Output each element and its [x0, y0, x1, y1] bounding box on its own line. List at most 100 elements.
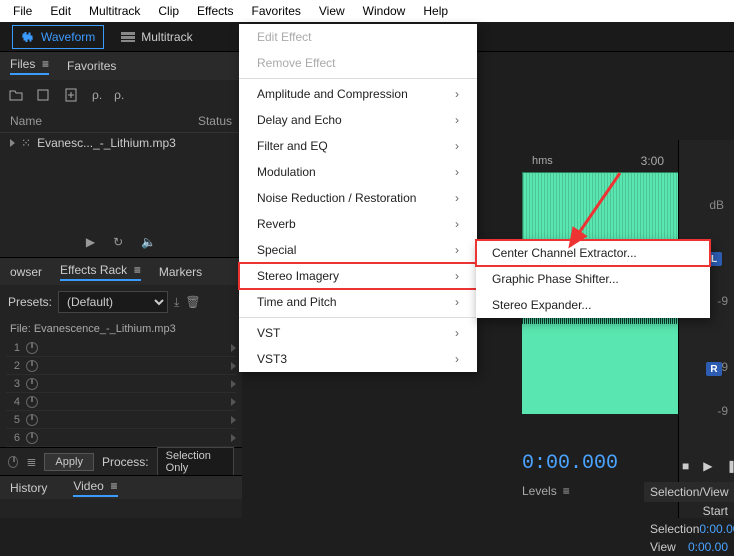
- slot-menu-icon[interactable]: [231, 344, 236, 352]
- menu-help[interactable]: Help: [414, 4, 457, 18]
- ruler-mark: 3:00: [641, 154, 664, 168]
- tab-markers[interactable]: Markers: [159, 265, 202, 279]
- power-icon[interactable]: [26, 396, 38, 408]
- menu-effects[interactable]: Effects: [188, 4, 242, 18]
- slot-num: 2: [6, 360, 20, 372]
- slot-menu-icon[interactable]: [231, 416, 236, 424]
- tab-files[interactable]: Files ≡: [10, 57, 49, 75]
- chevron-right-icon: ›: [455, 87, 459, 101]
- mi-label: Noise Reduction / Restoration: [257, 191, 416, 205]
- mi-label: Delay and Echo: [257, 113, 342, 127]
- tab-effects-rack[interactable]: Effects Rack ≡: [60, 263, 141, 281]
- mi-modulation[interactable]: Modulation›: [239, 159, 477, 185]
- slot-5[interactable]: 5: [6, 411, 236, 429]
- menu-favorites[interactable]: Favorites: [243, 4, 310, 18]
- rack-file-label: File: Evanescence_-_Lithium.mp3: [0, 319, 242, 339]
- mi-stereo-imagery[interactable]: Stereo Imagery›: [239, 263, 477, 289]
- col-status[interactable]: Status: [198, 114, 232, 128]
- effect-slots: 1 2 3 4 5 6: [0, 339, 242, 447]
- db-tick: -9: [717, 400, 728, 422]
- menu-clip[interactable]: Clip: [149, 4, 188, 18]
- mi-time-pitch[interactable]: Time and Pitch ›: [239, 289, 477, 315]
- slot-4[interactable]: 4: [6, 393, 236, 411]
- slot-3[interactable]: 3: [6, 375, 236, 393]
- power-icon[interactable]: [26, 378, 38, 390]
- mi-amplitude[interactable]: Amplitude and Compression›: [239, 81, 477, 107]
- tab-favorites[interactable]: Favorites: [67, 59, 116, 73]
- mi-noise[interactable]: Noise Reduction / Restoration›: [239, 185, 477, 211]
- menu-edit[interactable]: Edit: [41, 4, 80, 18]
- mi-reverb[interactable]: Reverb›: [239, 211, 477, 237]
- save-preset-icon[interactable]: ⤓: [174, 295, 179, 310]
- file-row[interactable]: ⁙ Evanesc..._-_Lithium.mp3: [0, 133, 242, 153]
- mi-vst[interactable]: VST›: [239, 320, 477, 346]
- file-name: Evanesc..._-_Lithium.mp3: [37, 136, 176, 150]
- stop-button[interactable]: ■: [682, 459, 689, 473]
- power-icon[interactable]: [26, 414, 38, 426]
- power-icon[interactable]: [26, 360, 38, 372]
- play-icon[interactable]: ▶: [86, 235, 95, 249]
- mi-label: Special: [257, 243, 296, 257]
- open-file-icon[interactable]: [8, 87, 24, 103]
- slot-menu-icon[interactable]: [231, 398, 236, 406]
- mode-waveform[interactable]: Waveform: [12, 25, 104, 49]
- mi-delay[interactable]: Delay and Echo›: [239, 107, 477, 133]
- tab-browser[interactable]: owser: [10, 265, 42, 279]
- auto-play-icon[interactable]: 🔈: [141, 235, 156, 249]
- mi-label: Reverb: [257, 217, 296, 231]
- mi-center-channel-extractor[interactable]: Center Channel Extractor...: [476, 240, 710, 266]
- expand-icon[interactable]: [10, 139, 15, 147]
- mi-label: Time and Pitch: [257, 295, 337, 309]
- slot-2[interactable]: 2: [6, 357, 236, 375]
- tab-files-label: Files: [10, 57, 35, 71]
- selview-view-value: 0:00.00: [688, 540, 728, 554]
- record-file-icon[interactable]: [36, 87, 52, 103]
- timecode[interactable]: 0:00.000: [522, 452, 618, 475]
- chevron-right-icon: ›: [455, 165, 459, 179]
- process-scope-select[interactable]: Selection Only: [157, 447, 234, 477]
- slot-1[interactable]: 1: [6, 339, 236, 357]
- tab-video-label: Video: [73, 479, 103, 493]
- menu-multitrack[interactable]: Multitrack: [80, 4, 149, 18]
- chevron-right-icon: ›: [455, 139, 459, 153]
- chevron-right-icon: ›: [455, 269, 459, 283]
- apply-button[interactable]: Apply: [44, 453, 94, 471]
- transport: ■ ▶ ❚❚ |◀ ◀◀ ▶▶ ▶| ● ↻: [682, 452, 734, 480]
- channel-right-badge[interactable]: R: [706, 362, 722, 376]
- chevron-right-icon: ›: [455, 326, 459, 340]
- slot-menu-icon[interactable]: [231, 434, 236, 442]
- slot-menu-icon[interactable]: [231, 362, 236, 370]
- slot-6[interactable]: 6: [6, 429, 236, 447]
- new-file-icon[interactable]: [64, 87, 80, 103]
- delete-preset-icon[interactable]: 🗑: [185, 295, 200, 309]
- loop-icon[interactable]: ↻: [113, 235, 123, 249]
- col-name[interactable]: Name: [10, 114, 42, 128]
- slot-menu-icon[interactable]: [231, 380, 236, 388]
- mode-multitrack[interactable]: Multitrack: [112, 25, 201, 49]
- mi-stereo-expander[interactable]: Stereo Expander...: [476, 292, 710, 318]
- mi-graphic-phase-shifter[interactable]: Graphic Phase Shifter...: [476, 266, 710, 292]
- selview-title: Selection/View: [644, 482, 734, 502]
- rack-power-icon[interactable]: [8, 456, 18, 468]
- mi-vst3[interactable]: VST3›: [239, 346, 477, 372]
- chevron-right-icon: ›: [455, 295, 459, 309]
- levels-panel[interactable]: Levels≡: [522, 484, 570, 498]
- tab-video[interactable]: Video ≡: [73, 479, 117, 497]
- time-ruler[interactable]: hms 3:00: [522, 152, 674, 170]
- multitrack-icon: [121, 32, 135, 42]
- mi-special[interactable]: Special›: [239, 237, 477, 263]
- search-toggle-icon[interactable]: ρ.: [114, 88, 124, 102]
- mi-filter[interactable]: Filter and EQ›: [239, 133, 477, 159]
- play-button[interactable]: ▶: [703, 459, 712, 473]
- power-icon[interactable]: [26, 432, 38, 444]
- menu-file[interactable]: File: [4, 4, 41, 18]
- presets-select[interactable]: (Default): [58, 291, 168, 313]
- menu-view[interactable]: View: [310, 4, 354, 18]
- slot-num: 1: [6, 342, 20, 354]
- pause-button[interactable]: ❚❚: [726, 459, 734, 473]
- mix-icon[interactable]: ≣: [26, 455, 36, 469]
- filter-icon[interactable]: ρ.: [92, 88, 102, 102]
- tab-history[interactable]: History: [10, 481, 47, 495]
- power-icon[interactable]: [26, 342, 38, 354]
- menu-window[interactable]: Window: [354, 4, 415, 18]
